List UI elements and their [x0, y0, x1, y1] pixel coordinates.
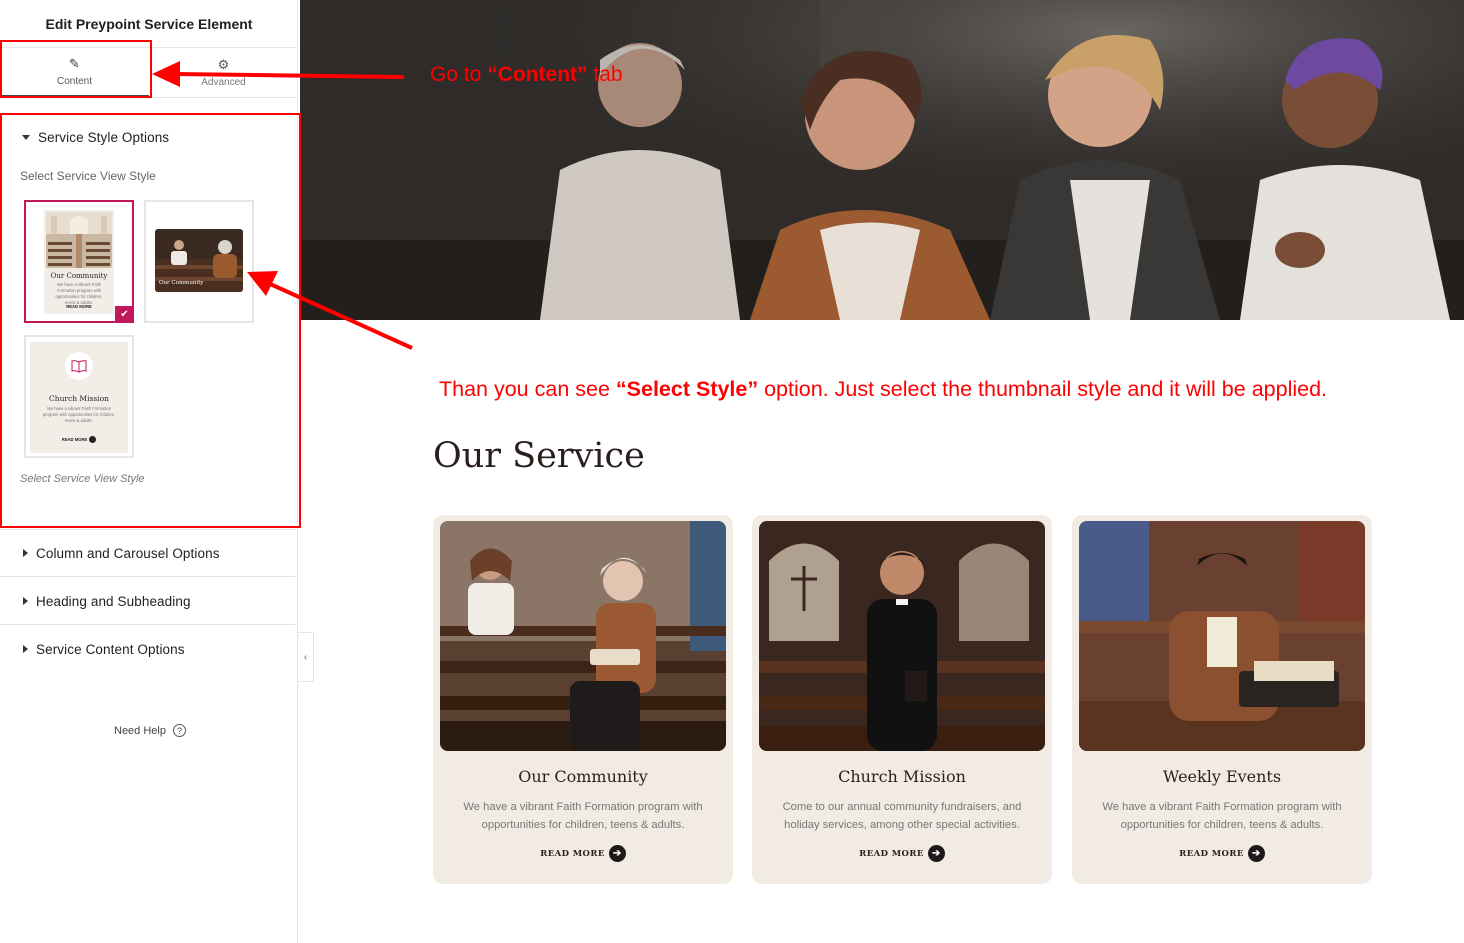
note-bold: “Select Style” — [615, 377, 759, 401]
service-card-image — [440, 521, 726, 751]
hero-image — [300, 0, 1464, 320]
content-tab-note: Go to “Content” tab — [430, 63, 623, 87]
thumbnail-preview: Our Community We have a vibrant Faith Fo… — [44, 210, 114, 314]
help-icon: ? — [172, 724, 186, 737]
caret-down-icon — [22, 134, 30, 140]
need-help-label: Need Help — [114, 724, 166, 737]
arrow-circle-icon — [89, 436, 97, 443]
caret-right-icon — [23, 645, 28, 653]
read-more-label: READ MORE — [859, 848, 924, 859]
service-card-title: Our Community — [518, 767, 648, 786]
service-card: Weekly Events We have a vibrant Faith Fo… — [1072, 515, 1372, 884]
read-more-link[interactable]: READ MORE ➔ — [752, 845, 1052, 862]
editor-sidebar: Edit Preypoint Service Element ✎ Content… — [0, 0, 298, 943]
style-thumbnail-1[interactable]: Our Community We have a vibrant Faith Fo… — [24, 200, 134, 323]
read-more-link[interactable]: READ MORE ➔ — [1072, 845, 1372, 862]
section-service-style-options[interactable]: Service Style Options — [0, 128, 298, 146]
thumbnail-text: We have a vibrant Faith Formation progra… — [55, 282, 103, 305]
section-column-carousel-options[interactable]: Column and Carousel Options — [0, 544, 298, 562]
style-thumbnail-3[interactable]: Church Mission We have a vibrant Faith F… — [24, 335, 134, 458]
caret-right-icon — [23, 597, 28, 605]
note-text: tab — [587, 63, 623, 86]
note-bold: “Content” — [487, 63, 588, 86]
select-style-note: Than you can see “Select Style” option. … — [439, 377, 1327, 402]
section-service-content-options[interactable]: Service Content Options — [0, 640, 298, 658]
note-text: Than you can see — [439, 377, 616, 401]
service-card-title: Church Mission — [838, 767, 966, 786]
gear-icon: ⚙ — [217, 57, 230, 72]
style-thumbnail-2[interactable]: Our Community — [144, 200, 254, 323]
service-card-text: Come to our annual community fundraisers… — [782, 801, 1022, 831]
section-heading-subheading[interactable]: Heading and Subheading — [0, 592, 298, 610]
tab-advanced[interactable]: ⚙ Advanced — [149, 48, 298, 97]
read-more-label: READ MORE — [1179, 848, 1244, 859]
thumbnail-more: READ MORE — [61, 437, 88, 442]
tab-content[interactable]: ✎ Content — [0, 48, 149, 97]
tab-advanced-label: Advanced — [201, 77, 246, 88]
service-card: Our Community We have a vibrant Faith Fo… — [433, 515, 733, 884]
field-label: Select Service View Style — [20, 169, 156, 183]
divider — [0, 624, 295, 625]
book-icon — [65, 352, 93, 380]
arrow-right-icon: ➔ — [608, 845, 626, 862]
service-card-image — [1079, 521, 1365, 751]
note-text: Go to — [430, 63, 488, 86]
divider — [0, 529, 295, 530]
service-card-title: Weekly Events — [1162, 767, 1282, 786]
thumbnail-preview: Our Community — [155, 229, 243, 292]
panel-title: Edit Preypoint Service Element — [45, 15, 253, 32]
check-icon: ✔ — [115, 306, 134, 323]
section-label: Heading and Subheading — [36, 593, 191, 609]
thumbnail-more: READ MORE — [66, 304, 92, 309]
section-title: Our Service — [433, 436, 645, 476]
read-more-label: READ MORE — [540, 848, 605, 859]
service-card-image — [759, 521, 1045, 751]
thumbnail-preview: Church Mission We have a vibrant Faith F… — [30, 342, 128, 453]
thumbnail-title: Our Community — [159, 280, 204, 286]
service-card-text: We have a vibrant Faith Formation progra… — [1102, 801, 1342, 831]
pencil-icon: ✎ — [69, 56, 80, 71]
arrow-right-icon: ➔ — [927, 845, 945, 862]
thumbnail-text: We have a vibrant Faith Formation progra… — [42, 406, 116, 423]
chevron-left-icon: ‹ — [303, 651, 308, 663]
read-more-link[interactable]: READ MORE ➔ — [433, 845, 733, 862]
need-help-link[interactable]: Need Help ? — [114, 724, 186, 737]
section-label: Service Content Options — [36, 641, 185, 657]
service-card-text: We have a vibrant Faith Formation progra… — [463, 801, 703, 831]
note-text: option. Just select the thumbnail style … — [758, 377, 1328, 401]
church-interior-image — [46, 212, 112, 268]
tab-content-label: Content — [56, 76, 93, 87]
thumbnail-title: Our Community — [50, 272, 108, 280]
thumbnail-title: Church Mission — [49, 394, 109, 403]
section-label: Service Style Options — [38, 129, 170, 145]
collapse-panel-handle[interactable]: ‹ — [298, 632, 314, 682]
divider — [0, 576, 295, 577]
arrow-right-icon: ➔ — [1247, 845, 1265, 862]
panel-tabs: ✎ Content ⚙ Advanced — [0, 47, 298, 98]
service-card: Church Mission Come to our annual commun… — [752, 515, 1052, 884]
field-hint: Select Service View Style — [20, 473, 145, 485]
caret-right-icon — [23, 549, 28, 557]
section-label: Column and Carousel Options — [36, 545, 220, 561]
